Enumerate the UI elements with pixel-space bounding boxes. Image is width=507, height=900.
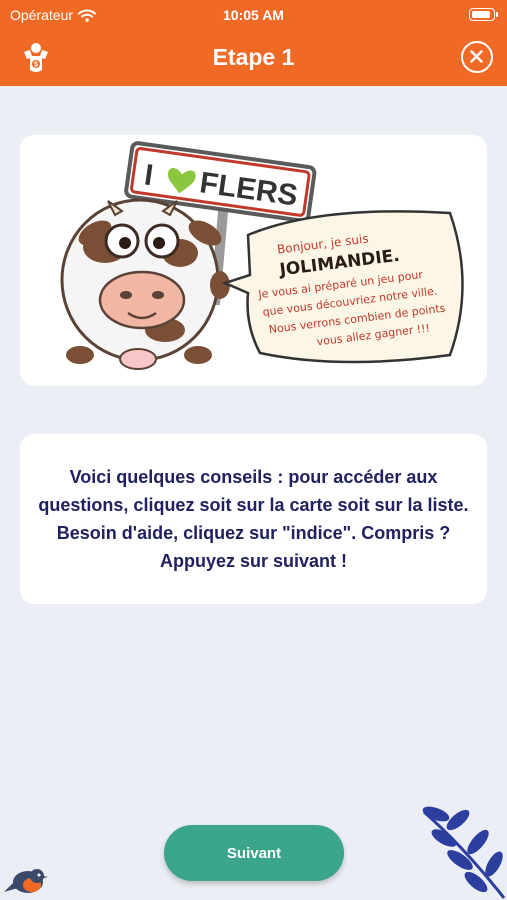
cow-mascot (60, 198, 230, 370)
leaves-icon (422, 806, 506, 899)
status-time: 10:05 AM (223, 7, 284, 23)
close-button[interactable] (461, 41, 493, 73)
next-button[interactable]: Suivant (164, 825, 344, 881)
mascot-illustration: I FLERS Bonjour, je suis JOLIMANDIE. Je … (60, 141, 464, 370)
page-title: Etape 1 (212, 44, 295, 70)
status-bar: Opérateur 10:05 AM (0, 0, 507, 30)
tips-card: Voici quelques conseils : pour accéder a… (20, 434, 487, 604)
speech-bubble: Bonjour, je suis JOLIMANDIE. Je vous ai … (221, 210, 464, 364)
battery-icon (469, 8, 498, 21)
close-icon (470, 50, 483, 63)
bird-icon (4, 869, 48, 893)
illustration-card: I FLERS Bonjour, je suis JOLIMANDIE. Je … (20, 135, 487, 386)
tips-text: Voici quelques conseils : pour accéder a… (38, 467, 469, 571)
nav-bar: $ Etape 1 (0, 30, 507, 86)
